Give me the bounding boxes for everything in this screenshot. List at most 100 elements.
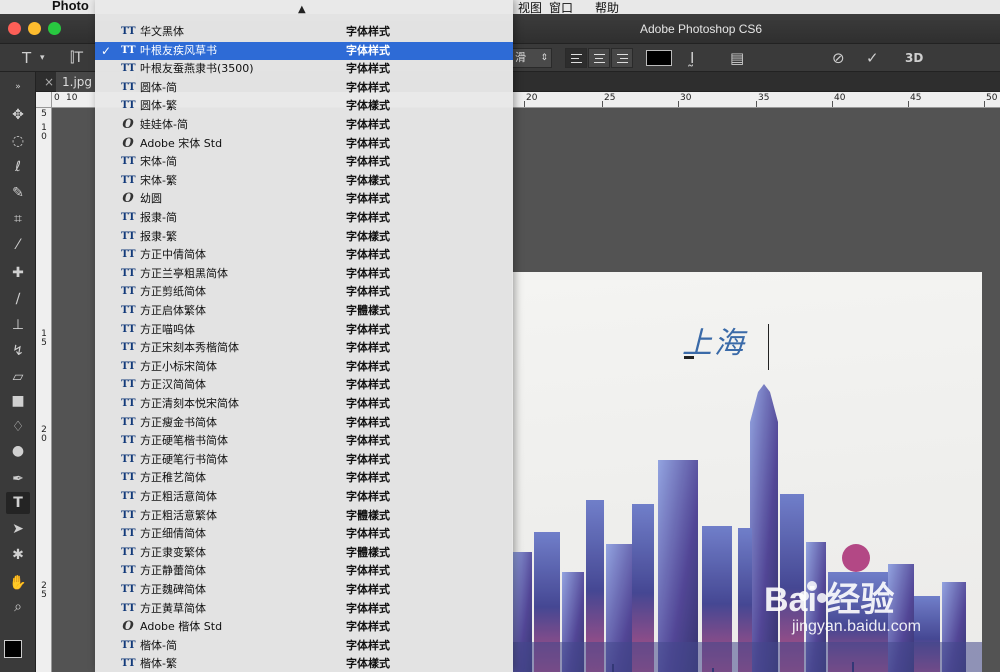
font-sample: 字体樣式 bbox=[346, 229, 390, 243]
truetype-font-icon: TT bbox=[121, 379, 136, 391]
font-sample: 字体样式 bbox=[346, 266, 390, 280]
lasso-tool-icon[interactable]: ℓ bbox=[6, 156, 30, 178]
close-window-button[interactable] bbox=[8, 22, 21, 35]
font-menu-item[interactable]: TT 方正黄草简体 字体样式 bbox=[95, 600, 513, 619]
font-menu-item[interactable]: TT 方正硬笔行书简体 字体样式 bbox=[95, 451, 513, 470]
font-menu-item[interactable]: TT 方正魏碑简体 字体样式 bbox=[95, 581, 513, 600]
font-menu-item[interactable]: TT 报隶-简 字体样式 bbox=[95, 209, 513, 228]
collapse-panel-icon[interactable]: » bbox=[6, 76, 30, 98]
clone-stamp-tool-icon[interactable]: ⊥ bbox=[6, 314, 30, 336]
move-tool-icon[interactable]: ✥ bbox=[6, 104, 30, 126]
font-sample: 字体樣式 bbox=[346, 657, 390, 671]
minimize-window-button[interactable] bbox=[28, 22, 41, 35]
font-menu-item[interactable]: TT 方正硬笔楷书简体 字体样式 bbox=[95, 432, 513, 451]
font-name: 方正细倩简体 bbox=[140, 527, 206, 541]
scroll-up-arrow-icon[interactable]: ▲ bbox=[298, 4, 306, 15]
font-menu-item[interactable]: TT 方正兰亭粗黑简体 字体样式 bbox=[95, 265, 513, 284]
font-menu-item[interactable]: TT 方正汉简简体 字体样式 bbox=[95, 376, 513, 395]
align-right-button[interactable] bbox=[611, 48, 633, 68]
marquee-tool-icon[interactable]: ◌ bbox=[6, 130, 30, 152]
font-menu-item[interactable]: TT 方正粗活意简体 字体样式 bbox=[95, 488, 513, 507]
brush-tool-icon[interactable]: ∕ bbox=[6, 288, 30, 310]
align-center-button[interactable] bbox=[588, 48, 610, 68]
quick-selection-tool-icon[interactable]: ✎ bbox=[6, 182, 30, 204]
ruler-label: 1 0 bbox=[41, 123, 47, 142]
font-menu-item[interactable]: O 娃娃体-简 字体样式 bbox=[95, 116, 513, 135]
canvas-text-layer[interactable]: 上海 bbox=[682, 318, 746, 362]
foreground-color-swatch[interactable] bbox=[4, 640, 22, 658]
font-menu-item[interactable]: TT 华文黑体 字体样式 bbox=[95, 23, 513, 42]
font-name: 方正瘦金书简体 bbox=[140, 415, 217, 429]
ruler-origin[interactable] bbox=[36, 92, 52, 108]
font-menu-item[interactable]: TT 方正剪纸简体 字体样式 bbox=[95, 283, 513, 302]
text-color-swatch[interactable] bbox=[646, 50, 672, 66]
font-menu-item[interactable]: TT 楷体-繁 字体樣式 bbox=[95, 655, 513, 672]
font-sample: 字体样式 bbox=[346, 471, 390, 485]
font-menu-item[interactable]: TT 方正启体繁体 字體樣式 bbox=[95, 302, 513, 321]
three-d-button[interactable]: 3D bbox=[905, 44, 923, 72]
font-name: 报隶-简 bbox=[140, 211, 177, 224]
orientation-toggle-icon[interactable]: ⫿T bbox=[70, 44, 83, 72]
character-panel-icon[interactable]: ▤ bbox=[730, 44, 744, 72]
font-family-dropdown[interactable]: ▲ TT 华文黑体 字体样式 ✓ TT 叶根友疾风草书 字体样式 TT 叶根友蚕燕隶书(3500… bbox=[95, 0, 513, 672]
hand-tool-icon[interactable]: ✋ bbox=[6, 572, 30, 594]
font-menu-item[interactable]: TT 方正隶变繁体 字體樣式 bbox=[95, 544, 513, 563]
align-left-button[interactable] bbox=[565, 48, 587, 68]
warp-text-icon[interactable]: Ⅰ̰ bbox=[690, 44, 694, 72]
font-menu-item[interactable]: ✓ TT 叶根友疾风草书 字体样式 bbox=[95, 41, 513, 61]
ruler-label: 1 5 bbox=[41, 329, 47, 348]
cancel-edit-icon[interactable]: ⊘ bbox=[832, 44, 845, 72]
font-menu-item[interactable]: TT 方正细倩简体 字体样式 bbox=[95, 525, 513, 544]
font-sample: 字體樣式 bbox=[346, 545, 390, 559]
font-menu-item[interactable]: TT 方正静蕾简体 字体样式 bbox=[95, 562, 513, 581]
font-menu-item[interactable]: TT 方正小标宋简体 字体样式 bbox=[95, 358, 513, 377]
app-menu[interactable]: Photo bbox=[52, 0, 89, 13]
chevron-down-icon[interactable]: ▾ bbox=[40, 44, 45, 72]
history-brush-tool-icon[interactable]: ↯ bbox=[6, 340, 30, 362]
shape-tool-icon[interactable]: ✱ bbox=[6, 544, 30, 566]
close-tab-icon[interactable]: × bbox=[44, 72, 54, 92]
font-menu-item[interactable]: TT 报隶-繁 字体樣式 bbox=[95, 228, 513, 247]
font-menu-item[interactable]: TT 圆体-简 字体样式 bbox=[95, 79, 513, 98]
font-name: 方正硬笔楷书简体 bbox=[140, 434, 228, 448]
font-menu-item[interactable]: TT 楷体-简 字体样式 bbox=[95, 637, 513, 656]
font-menu-item[interactable]: TT 叶根友蚕燕隶书(3500) 字体样式 bbox=[95, 60, 513, 79]
gradient-tool-icon[interactable]: ■ bbox=[6, 390, 30, 412]
window-title: Adobe Photoshop CS6 bbox=[640, 22, 763, 36]
crop-tool-icon[interactable]: ⌗ bbox=[6, 208, 30, 230]
healing-brush-tool-icon[interactable]: ✚ bbox=[6, 262, 30, 284]
font-menu-item[interactable]: O Adobe 宋体 Std 字体样式 bbox=[95, 135, 513, 154]
dodge-tool-icon[interactable]: ● bbox=[6, 440, 30, 462]
font-menu-item[interactable]: TT 方正稚艺简体 字体样式 bbox=[95, 469, 513, 488]
antialias-select[interactable]: 滑 ⇕ bbox=[510, 48, 552, 68]
zoom-window-button[interactable] bbox=[48, 22, 61, 35]
truetype-font-icon: TT bbox=[121, 286, 136, 298]
eyedropper-tool-icon[interactable]: ⁄ bbox=[6, 234, 30, 256]
font-menu-item[interactable]: TT 宋体-繁 字体樣式 bbox=[95, 172, 513, 191]
blur-tool-icon[interactable]: ♢ bbox=[6, 416, 30, 438]
eraser-tool-icon[interactable]: ▱ bbox=[6, 366, 30, 388]
font-menu-item[interactable]: TT 圆体-繁 字体樣式 bbox=[95, 97, 513, 116]
font-name: 方正启体繁体 bbox=[140, 304, 206, 317]
font-menu-item[interactable]: TT 方正宋刻本秀楷简体 字体样式 bbox=[95, 339, 513, 358]
font-menu-item[interactable]: TT 方正瘦金书简体 字体样式 bbox=[95, 414, 513, 433]
zoom-tool-icon[interactable]: ⌕ bbox=[6, 596, 30, 618]
path-selection-tool-icon[interactable]: ➤ bbox=[6, 518, 30, 540]
pen-tool-icon[interactable]: ✒ bbox=[6, 468, 30, 490]
document-canvas[interactable]: 上海 Bai 经验 jingyan.baidu.com bbox=[512, 272, 982, 672]
font-menu-item[interactable]: TT 方正粗活意繁体 字體樣式 bbox=[95, 507, 513, 526]
opentype-font-icon: O bbox=[122, 117, 134, 132]
truetype-font-icon: TT bbox=[121, 398, 136, 409]
type-tool-preset-icon[interactable]: T bbox=[22, 44, 31, 72]
font-menu-item[interactable]: TT 方正清刻本悦宋简体 字体样式 bbox=[95, 395, 513, 414]
font-menu-item[interactable]: O 幼圆 字体样式 bbox=[95, 190, 513, 209]
font-menu-item[interactable]: TT 方正中倩简体 字体样式 bbox=[95, 246, 513, 265]
opentype-font-icon: O bbox=[122, 135, 134, 151]
font-menu-item[interactable]: TT 宋体-简 字体样式 bbox=[95, 153, 513, 172]
vertical-ruler[interactable]: 5 1 0 1 5 2 0 2 5 bbox=[36, 108, 52, 672]
font-menu-item[interactable]: O Adobe 楷体 Std 字体样式 bbox=[95, 618, 513, 637]
type-tool-icon[interactable]: T bbox=[6, 492, 30, 514]
commit-edit-icon[interactable]: ✓ bbox=[866, 44, 879, 72]
font-menu-item[interactable]: TT 方正喵呜体 字体样式 bbox=[95, 321, 513, 340]
font-name: 报隶-繁 bbox=[140, 229, 177, 243]
